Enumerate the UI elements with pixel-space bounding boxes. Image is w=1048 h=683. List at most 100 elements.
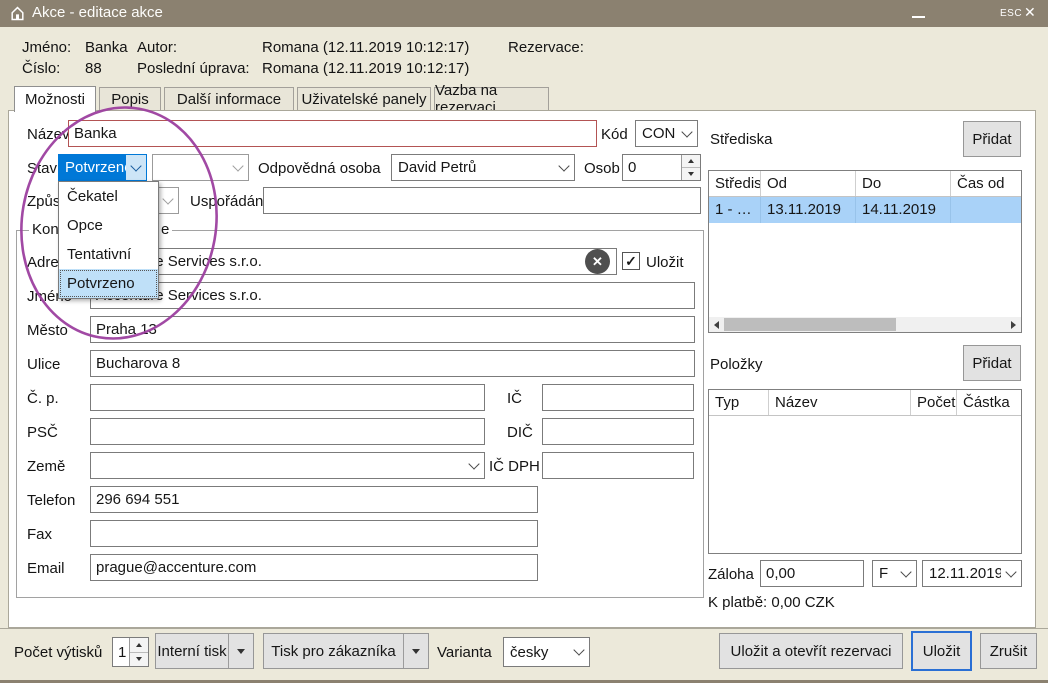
close-icon[interactable]: ✕	[1024, 4, 1036, 21]
psc-label: PSČ	[27, 424, 58, 441]
zaloha-date-select[interactable]: 12.11.2019	[922, 560, 1022, 587]
dropdown-item-opce[interactable]: Opce	[59, 211, 158, 240]
polozky-table-header: Typ Název Počet Částka	[709, 390, 1021, 416]
stav-dropdown[interactable]: Čekatel Opce Tentativní Potvrzeno	[58, 181, 159, 299]
ulice-label: Ulice	[27, 356, 60, 373]
autor-label: Autor:	[137, 39, 177, 56]
cislo-label: Číslo:	[22, 60, 60, 77]
psc-input[interactable]	[90, 418, 485, 445]
dropdown-item-cekatel[interactable]: Čekatel	[59, 182, 158, 211]
col-od: Od	[761, 171, 856, 196]
osob-label: Osob	[584, 160, 620, 177]
firma-jmeno-input[interactable]: Accenture Services s.r.o.	[90, 282, 695, 309]
zaloha-input[interactable]: 0,00	[760, 560, 864, 587]
ulozit-checkbox[interactable]: ✓	[622, 252, 640, 270]
posledni-uprava-value: Romana (12.11.2019 10:12:17)	[262, 60, 469, 77]
zaloha-label: Záloha	[708, 566, 754, 583]
mesto-input[interactable]: Praha 13	[90, 316, 695, 343]
contact-group-legend-suffix: e	[158, 221, 172, 238]
zeme-label: Země	[27, 458, 65, 475]
kod-select[interactable]: CON	[635, 120, 698, 147]
contact-group-legend-prefix: Kon	[29, 221, 62, 238]
chevron-down-icon[interactable]	[464, 453, 484, 478]
pocet-vytisku-label: Počet výtisků	[14, 644, 102, 661]
window-titlebar[interactable]: Akce - editace akce ESC ✕	[0, 0, 1048, 27]
chevron-down-icon[interactable]	[896, 561, 916, 586]
email-input[interactable]: prague@accenture.com	[90, 554, 538, 581]
stav-select[interactable]: Potvrzeno	[58, 154, 147, 181]
esc-button[interactable]: ESC	[1000, 8, 1022, 19]
minimize-icon[interactable]	[912, 16, 925, 18]
scroll-left-icon[interactable]	[709, 317, 724, 332]
telefon-input[interactable]: 296 694 551	[90, 486, 538, 513]
cp-input[interactable]	[90, 384, 485, 411]
chevron-down-icon[interactable]	[126, 155, 146, 180]
chevron-down-icon[interactable]	[1001, 561, 1021, 586]
ulice-input[interactable]: Bucharova 8	[90, 350, 695, 377]
clear-icon[interactable]: ✕	[585, 249, 610, 274]
stepper-arrows-icon[interactable]	[129, 638, 148, 666]
tisk-pro-zakaznika-button[interactable]: Tisk pro zákazníka	[263, 633, 429, 669]
polozky-table[interactable]: Typ Název Počet Částka	[708, 389, 1022, 554]
nazev-input[interactable]: Banka	[68, 120, 597, 147]
dropdown-item-potvrzeno[interactable]: Potvrzeno	[59, 269, 158, 298]
ic-label: IČ	[507, 390, 522, 407]
tab-vazba-na-rezervaci[interactable]: Vazba na rezervaci	[434, 87, 549, 110]
scrollbar-thumb[interactable]	[724, 318, 896, 331]
table-row[interactable]: 1 - … 13.11.2019 14.11.2019	[709, 197, 1021, 223]
save-button[interactable]: Uložit	[911, 631, 972, 671]
polozky-title: Položky	[710, 356, 763, 373]
cancel-button[interactable]: Zrušit	[980, 633, 1037, 669]
icdph-input[interactable]	[542, 452, 694, 479]
autor-value: Romana (12.11.2019 10:12:17)	[262, 39, 469, 56]
varianta-select[interactable]: česky	[503, 637, 590, 667]
usporadani-input[interactable]	[263, 187, 701, 214]
secondary-status-select[interactable]	[152, 154, 249, 181]
stepper-arrows-icon[interactable]	[681, 155, 700, 180]
strediska-title: Střediska	[710, 131, 773, 148]
posledni-uprava-label: Poslední úprava:	[137, 60, 250, 77]
tab-uzivatelske-panely[interactable]: Uživatelské panely	[297, 87, 431, 110]
usporadani-label: Uspořádání	[190, 193, 268, 210]
dic-input[interactable]	[542, 418, 694, 445]
window-title: Akce - editace akce	[32, 4, 163, 21]
pocet-vytisku-stepper[interactable]: 1	[112, 637, 149, 667]
dic-label: DIČ	[507, 424, 533, 441]
ulozit-checkbox-label: Uložit	[646, 254, 684, 271]
fax-input[interactable]	[90, 520, 538, 547]
col-stredisko: Středis	[709, 171, 761, 196]
icdph-label: IČ DPH	[489, 458, 540, 475]
jmeno-header-label: Jméno:	[22, 39, 71, 56]
dropdown-arrow-icon[interactable]	[403, 634, 428, 668]
rezervace-label: Rezervace:	[508, 39, 584, 56]
h-scrollbar[interactable]	[709, 317, 1021, 332]
chevron-down-icon[interactable]	[554, 155, 574, 180]
kod-label: Kód	[601, 126, 628, 143]
email-label: Email	[27, 560, 65, 577]
col-castka: Částka	[957, 390, 1021, 415]
scroll-right-icon[interactable]	[1006, 317, 1021, 332]
zeme-select[interactable]	[90, 452, 485, 479]
tab-popis[interactable]: Popis	[99, 87, 161, 110]
chevron-down-icon	[677, 121, 697, 146]
k-platbe-text: K platbě: 0,00 CZK	[708, 594, 835, 611]
tab-moznosti[interactable]: Možnosti	[14, 86, 96, 112]
odpovedna-osoba-select[interactable]: David Petrů	[391, 154, 575, 181]
save-open-reservation-button[interactable]: Uložit a otevřít rezervaci	[719, 633, 903, 669]
dropdown-item-tentativni[interactable]: Tentativní	[59, 240, 158, 269]
chevron-down-icon[interactable]	[569, 638, 589, 666]
varianta-label: Varianta	[437, 644, 492, 661]
stav-label: Stav	[27, 160, 57, 177]
osob-stepper[interactable]: 0	[622, 154, 701, 181]
strediska-add-button[interactable]: Přidat	[963, 121, 1021, 157]
adresa-input[interactable]: Accenture Services s.r.o.	[90, 248, 617, 275]
strediska-table[interactable]: Středis Od Do Čas od 1 - … 13.11.2019 14…	[708, 170, 1022, 333]
interni-tisk-button[interactable]: Interní tisk	[155, 633, 254, 669]
tab-dalsi-informace[interactable]: Další informace	[164, 87, 294, 110]
col-pocet: Počet	[911, 390, 957, 415]
zaloha-type-select[interactable]: F	[872, 560, 917, 587]
col-typ: Typ	[709, 390, 769, 415]
dropdown-arrow-icon[interactable]	[228, 634, 253, 668]
polozky-add-button[interactable]: Přidat	[963, 345, 1021, 381]
ic-input[interactable]	[542, 384, 694, 411]
